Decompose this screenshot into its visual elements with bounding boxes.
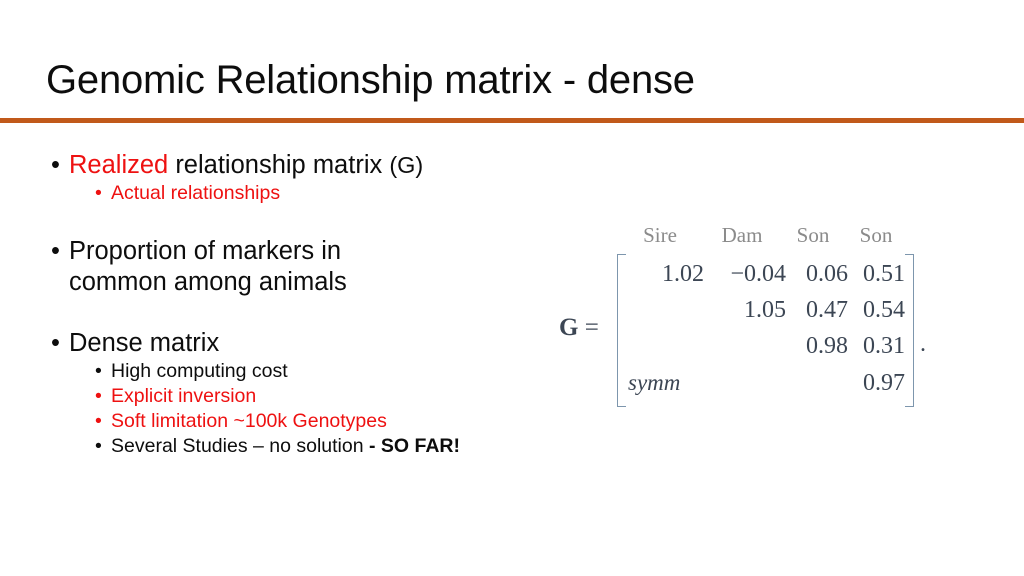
matrix-symm-label: symm — [628, 370, 681, 395]
bullet-marker-icon: • — [95, 360, 102, 382]
matrix-header-son-1: Son — [796, 223, 830, 247]
matrix-cell-r2c2: 0.98 — [806, 333, 848, 359]
subbullet-several-studies: • Several Studies – no solution - SO FAR! — [44, 434, 514, 459]
subbullet-soft-limitation: • Soft limitation ~100k Genotypes — [44, 409, 514, 434]
subbullet-high-computing-cost-label: High computing cost — [111, 360, 288, 382]
bullet-marker-icon: • — [95, 182, 102, 204]
bullet-marker-icon: • — [95, 435, 102, 457]
matrix-symbol-g: G — [559, 314, 579, 341]
matrix-header-dam: Dam — [721, 223, 763, 247]
matrix-cell-r0c3: 0.51 — [863, 261, 905, 287]
bullet-proportion-line2: common among animals — [69, 268, 347, 296]
genomic-relationship-matrix-figure: Sire Dam Son Son G = 1.02 −0.04 0.06 0.5… — [545, 222, 945, 412]
bullet-marker-icon: • — [51, 237, 60, 265]
matrix-cell-r2c3: 0.31 — [863, 333, 905, 359]
bullet-marker-icon: • — [95, 410, 102, 432]
matrix-column-headers: Sire Dam Son Son — [545, 222, 945, 252]
matrix-header-son-2: Son — [859, 223, 893, 247]
matrix-row: 1.02 −0.04 0.06 0.51 — [626, 258, 905, 294]
matrix-body: 1.02 −0.04 0.06 0.51 1.05 0.47 0.54 0.98… — [626, 254, 905, 407]
bullet-marker-icon: • — [95, 385, 102, 407]
matrix-cell-r0c1: −0.04 — [730, 261, 786, 287]
title-underline-rule — [0, 118, 1024, 123]
matrix-header-sire: Sire — [643, 223, 677, 247]
matrix-label-g-equals: G = — [559, 314, 599, 342]
subbullet-explicit-inversion-label: Explicit inversion — [111, 385, 257, 407]
bullet-proportion-continuation: common among animals — [44, 267, 514, 298]
subbullet-actual-relationships: • Actual relationships — [44, 181, 514, 206]
matrix-cell-r0c0: 1.02 — [662, 261, 704, 287]
bullet-marker-icon: • — [51, 329, 60, 357]
matrix-cell-r3c3: 0.97 — [863, 370, 905, 396]
bullet-dense-matrix: • Dense matrix — [44, 328, 514, 359]
bullet-proportion-line1: Proportion of markers in — [69, 237, 342, 265]
bullet-dense-matrix-label: Dense matrix — [69, 329, 220, 357]
subbullet-several-studies-label: Several Studies – no solution — [111, 435, 369, 457]
subbullet-explicit-inversion: • Explicit inversion — [44, 384, 514, 409]
bullet-proportion-of-markers: • Proportion of markers in — [44, 236, 514, 267]
matrix-cell-r1c1: 1.05 — [744, 297, 786, 323]
matrix-bracket-group: 1.02 −0.04 0.06 0.51 1.05 0.47 0.54 0.98… — [617, 254, 914, 407]
matrix-cell-r1c3: 0.54 — [863, 297, 905, 323]
bullet-realized-highlight: Realized — [69, 151, 169, 179]
subbullet-so-far-emphasis: - SO FAR! — [369, 435, 460, 457]
slide-canvas: Genomic Relationship matrix - dense • Rea… — [0, 0, 1024, 576]
matrix-equals-sign: = — [578, 314, 599, 341]
matrix-left-bracket — [617, 254, 626, 407]
subbullet-high-computing-cost: • High computing cost — [44, 359, 514, 384]
bullet-marker-icon: • — [51, 151, 60, 179]
matrix-trailing-period: . — [920, 331, 926, 357]
matrix-cell-r0c2: 0.06 — [806, 261, 848, 287]
matrix-right-bracket — [905, 254, 914, 407]
matrix-row: 1.05 0.47 0.54 — [626, 294, 905, 330]
page-title: Genomic Relationship matrix - dense — [46, 58, 695, 102]
bullet-list: • Realized relationship matrix (G) • Actua… — [44, 150, 514, 459]
matrix-row: 0.98 0.31 — [626, 330, 905, 366]
bullet-realized-relationship-matrix: • Realized relationship matrix (G) — [44, 150, 514, 181]
bullet-realized-rest: relationship matrix — [168, 151, 390, 179]
bullet-realized-paren-g: (G) — [389, 152, 424, 178]
matrix-cell-r1c2: 0.47 — [806, 297, 848, 323]
subbullet-actual-relationships-label: Actual relationships — [111, 182, 281, 204]
subbullet-soft-limitation-label: Soft limitation ~100k Genotypes — [111, 410, 387, 432]
